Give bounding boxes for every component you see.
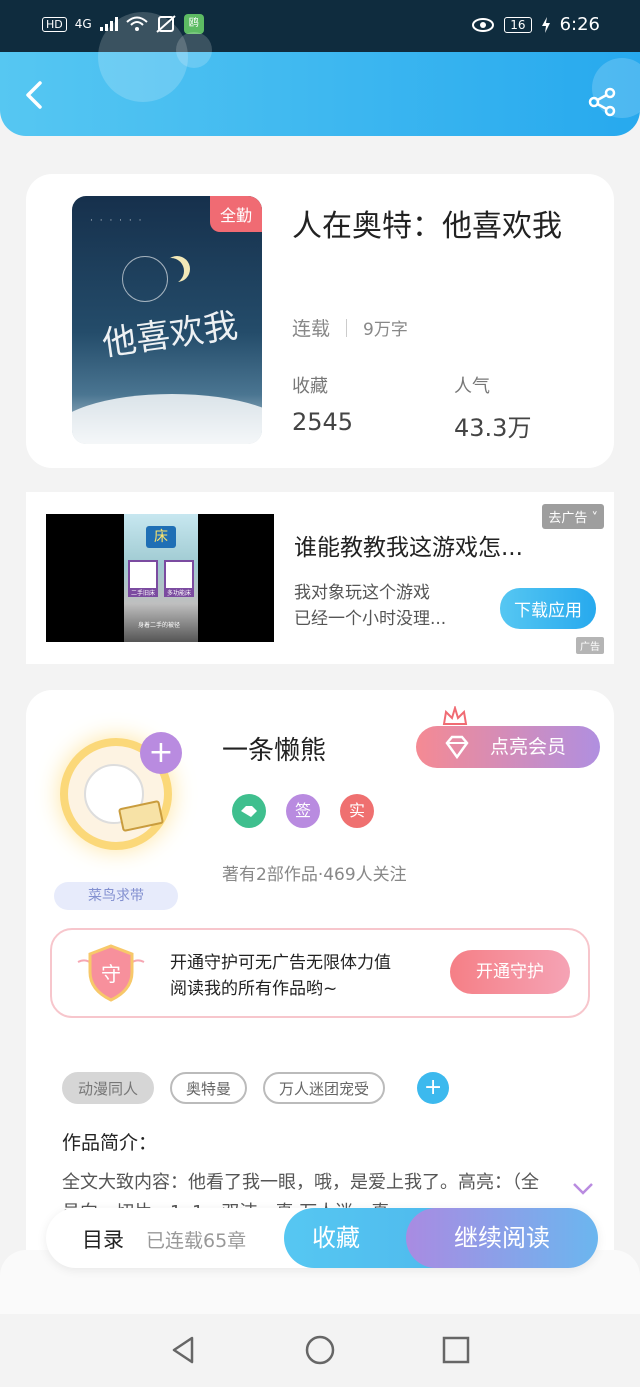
collect-count: 2545	[292, 408, 354, 436]
popularity-label: 人气	[454, 376, 490, 397]
ad-banner[interactable]: 床 二手旧床 多功能床 身着二手的被径 去广告 ˅ 谁能教教我这游戏怎... 我…	[26, 492, 614, 664]
continue-reading-button[interactable]: 继续阅读	[406, 1208, 598, 1268]
meta-divider	[346, 318, 348, 337]
nav-home-icon[interactable]	[304, 1334, 336, 1366]
decor-bubble	[98, 12, 188, 102]
ad-game-subtitle: 身着二手的被径	[138, 622, 181, 629]
guard-shield-icon: 守	[77, 944, 145, 1002]
book-cover[interactable]: · · · · · · 他喜欢我 全勤	[72, 196, 262, 444]
system-nav-bar	[0, 1314, 640, 1387]
verified-badge: 实	[340, 794, 374, 828]
app-notification-icon: 鸥	[183, 14, 204, 34]
status-bar: HD 4G 鸥 16 6:26	[0, 0, 640, 52]
ad-desc-line: 我对象玩这个游戏	[294, 583, 430, 603]
status-right: 16 6:26	[472, 14, 600, 35]
book-info-card: · · · · · · 他喜欢我 全勤 人在奥特：他喜欢我 连载 9万字 收藏 …	[26, 174, 614, 468]
ad-description: 我对象玩这个游戏 已经一个小时没理...	[294, 580, 474, 632]
eye-icon	[472, 17, 495, 32]
remove-ad-button[interactable]: 去广告 ˅	[542, 504, 604, 529]
chapter-count: 已连载65章	[146, 1230, 247, 1252]
diamond-icon	[445, 735, 469, 760]
expand-chevron-icon[interactable]	[572, 1182, 594, 1196]
bottom-action-bar: 目录 已连载65章 收藏 继续阅读	[46, 1208, 598, 1268]
tag-item[interactable]: 奥特曼	[170, 1072, 248, 1104]
guard-line: 阅读我的所有作品哟~	[170, 979, 338, 999]
ad-game-screen: 床 二手旧床 多功能床 身着二手的被径	[124, 514, 198, 642]
network-indicator: 4G	[74, 17, 92, 31]
ad-game-tile: 多功能床	[164, 588, 194, 597]
vip-button-label: 点亮会员	[490, 736, 567, 758]
header-bar	[0, 12, 640, 136]
author-stats: 著有2部作品·469人关注	[222, 865, 407, 885]
vip-button[interactable]: 点亮会员	[416, 726, 600, 768]
guard-line: 开通守护可无广告无限体力值	[170, 953, 391, 973]
popularity-count: 43.3万	[454, 414, 532, 442]
cover-calligraphy: 他喜欢我	[99, 305, 241, 365]
cover-cloud	[72, 394, 262, 444]
serial-status: 连载	[292, 318, 331, 340]
ad-game-item	[128, 560, 158, 590]
add-tag-button[interactable]: +	[417, 1072, 450, 1104]
tag-item[interactable]: 动漫同人	[62, 1072, 155, 1104]
ad-game-tile: 二手旧床	[128, 588, 158, 597]
book-title: 人在奥特：他喜欢我	[292, 209, 562, 244]
cover-moon	[158, 258, 184, 284]
ad-game-bed: 床	[146, 526, 176, 548]
book-meta: 连载 9万字	[292, 314, 408, 341]
tag-item[interactable]: 万人迷团宠受	[263, 1072, 386, 1104]
guard-promo: 守 开通守护可无广告无限体力值 阅读我的所有作品哟~ 开通守护	[50, 928, 590, 1018]
back-icon[interactable]	[20, 80, 50, 110]
word-count: 9万字	[363, 320, 408, 340]
crown-icon	[442, 706, 468, 725]
guard-char: 守	[101, 962, 121, 986]
cover-tagline: · · · · · ·	[90, 216, 144, 226]
share-icon[interactable]	[586, 86, 618, 118]
decor-bubble	[176, 32, 212, 68]
ad-desc-line: 已经一个小时没理...	[294, 609, 447, 629]
ad-video[interactable]: 床 二手旧床 多功能床 身着二手的被径	[46, 514, 274, 642]
guard-text: 开通守护可无广告无限体力值 阅读我的所有作品哟~	[170, 950, 391, 1002]
charging-icon	[541, 16, 550, 33]
nav-recent-icon[interactable]	[440, 1334, 472, 1366]
toc-button[interactable]: 目录	[82, 1224, 124, 1254]
download-app-button[interactable]: 下载应用	[500, 588, 596, 629]
nav-back-icon[interactable]	[168, 1334, 200, 1366]
collect-label: 收藏	[292, 376, 328, 397]
intro-label: 作品简介：	[62, 1132, 158, 1154]
hd-indicator: HD	[42, 16, 67, 32]
open-guard-button[interactable]: 开通守护	[450, 950, 570, 994]
tag-list: 动漫同人 奥特曼 万人迷团宠受 +	[62, 1072, 450, 1104]
follow-plus-button[interactable]: +	[140, 732, 182, 774]
full-attendance-badge: 全勤	[209, 196, 262, 232]
ad-game-item	[164, 560, 194, 590]
signed-badge: 签	[286, 794, 320, 828]
battery-level: 16	[504, 16, 532, 33]
author-badges: 签 实	[232, 794, 374, 828]
ad-label: 广告	[576, 637, 604, 654]
author-name[interactable]: 一条懒熊	[222, 730, 326, 767]
rookie-badge: 菜鸟求带	[54, 882, 178, 910]
ad-title: 谁能教教我这游戏怎...	[294, 535, 523, 561]
clock: 6:26	[559, 14, 600, 35]
handshake-badge-icon	[232, 794, 266, 828]
